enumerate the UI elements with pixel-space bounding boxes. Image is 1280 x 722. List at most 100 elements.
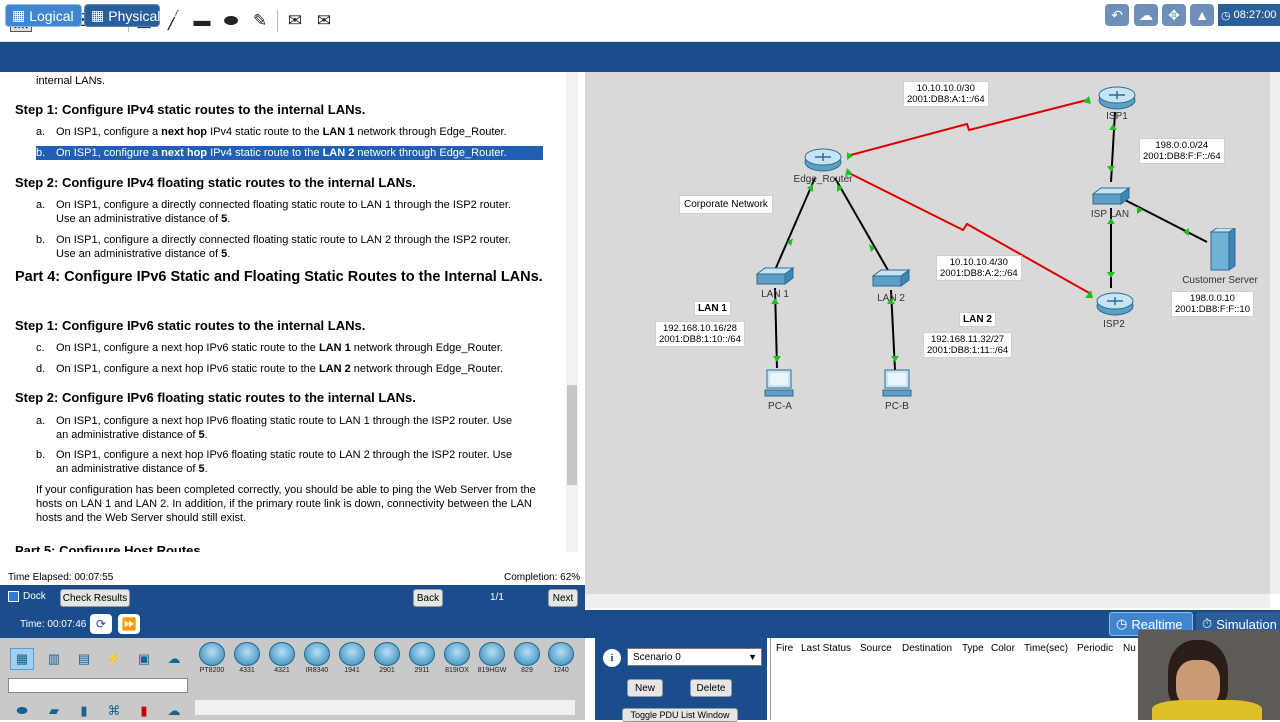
power-cycle-icon[interactable]: ⟳ — [90, 614, 112, 634]
col-destination[interactable]: Destination — [902, 643, 952, 654]
fast-forward-icon[interactable]: ⏩ — [118, 614, 140, 634]
device-model-819iox[interactable]: 819IOX — [441, 642, 473, 674]
server-address-note[interactable]: 198.0.0.10 2001:DB8:F:F::10 — [1171, 291, 1254, 317]
col-periodic[interactable]: Periodic — [1077, 643, 1113, 654]
pc-a-icon[interactable] — [763, 368, 795, 398]
dock-check-icon — [8, 591, 19, 602]
col-fire[interactable]: Fire — [776, 643, 793, 654]
ellipse-icon[interactable]: ⬬ — [220, 10, 242, 32]
col-type[interactable]: Type — [962, 643, 984, 654]
lan2-switch-icon[interactable] — [871, 268, 911, 290]
device-model-1941[interactable]: 1941 — [336, 642, 368, 674]
end-devices-icon[interactable]: ▥ — [42, 648, 66, 670]
back-level-icon[interactable]: ↶ — [1105, 4, 1129, 26]
edge-router-icon[interactable] — [803, 146, 843, 174]
router-icon — [409, 642, 435, 666]
delete-scenario-button[interactable]: Delete — [690, 679, 732, 697]
node-label-customer-server: Customer Server — [1182, 275, 1258, 286]
device-model-1240[interactable]: 1240 — [546, 642, 576, 674]
device-model-829[interactable]: 829 — [511, 642, 543, 674]
security-icon[interactable]: ▮ — [132, 700, 156, 722]
routers-icon[interactable]: ⬬ — [10, 700, 34, 722]
node-label-pc-b: PC-B — [885, 401, 909, 412]
col-source[interactable]: Source — [860, 643, 892, 654]
router-icon — [304, 642, 330, 666]
p4-step2-heading: Step 2: Configure IPv6 floating static r… — [15, 390, 416, 405]
corporate-network-note[interactable]: Corporate Network — [679, 195, 773, 214]
instructions-pane: internal LANs. Step 1: Configure IPv4 st… — [7, 72, 579, 552]
node-label-isp2: ISP2 — [1103, 319, 1125, 330]
pc-b-icon[interactable] — [881, 368, 913, 398]
lan1-network-note[interactable]: 192.168.10.16/28 2001:DB8:1:10::/64 — [655, 321, 745, 347]
wan-emulation-icon[interactable]: ☁ — [162, 700, 186, 722]
network-devices-icon[interactable]: ▦ — [10, 648, 34, 670]
scenario-select[interactable]: Scenario 0 ▼ — [627, 648, 762, 666]
info-icon[interactable]: i — [603, 649, 621, 667]
back-button[interactable]: Back — [413, 589, 443, 607]
move-object-icon[interactable]: ✥ — [1162, 4, 1186, 26]
lan1-switch-icon[interactable] — [755, 266, 795, 288]
router-icon — [514, 642, 540, 666]
customer-server-icon[interactable] — [1205, 228, 1237, 272]
lan2-title-note[interactable]: LAN 2 — [959, 312, 996, 327]
instruction-item-selected[interactable]: b. On ISP1, configure a next hop IPv4 st… — [36, 146, 543, 160]
instructions-scroll-thumb[interactable] — [567, 385, 577, 485]
device-model-819hgw[interactable]: 819HGW — [476, 642, 508, 674]
topology-vertical-scrollbar[interactable] — [1270, 72, 1280, 594]
time-bar — [0, 610, 1280, 638]
person-shirt — [1152, 700, 1262, 720]
col-time[interactable]: Time(sec) — [1024, 643, 1068, 654]
add-complex-pdu-icon[interactable]: ✉ — [313, 10, 335, 32]
cluster-icon[interactable]: ☁ — [1134, 4, 1158, 26]
isp2-link-note[interactable]: 10.10.10.4/30 2001:DB8:A:2::/64 — [936, 255, 1022, 281]
lan1-title-note[interactable]: LAN 1 — [694, 301, 731, 316]
col-num[interactable]: Nu — [1123, 643, 1136, 654]
isp2-router-icon[interactable] — [1095, 290, 1135, 318]
col-color[interactable]: Color — [991, 643, 1015, 654]
isp1-link-note[interactable]: 10.10.10.0/30 2001:DB8:A:1::/64 — [903, 81, 989, 107]
time-elapsed: Time Elapsed: 00:07:55 — [8, 572, 114, 583]
step1-heading: Step 1: Configure IPv4 static routes to … — [15, 102, 366, 117]
main-toolbar: ⬚ ⌕ ⌫ ⛶ ▤ ╱ ▬ ⬬ ✎ ✉ ✉ — [0, 0, 1280, 42]
router-icon — [339, 642, 365, 666]
hubs-icon[interactable]: ▮ — [72, 700, 96, 722]
components-icon[interactable]: ▤ — [72, 648, 96, 670]
router-icon — [374, 642, 400, 666]
instruction-item: b. On ISP1, configure a next hop IPv6 fl… — [36, 449, 513, 475]
router-icon — [199, 642, 225, 666]
new-scenario-button[interactable]: New — [627, 679, 663, 697]
router-icon — [234, 642, 260, 666]
wireless-icon[interactable]: ⌘ — [102, 700, 126, 722]
isp-lan-network-note[interactable]: 198.0.0.0/24 2001:DB8:F:F::/64 — [1139, 138, 1225, 164]
router-icon — [444, 642, 470, 666]
tab-logical[interactable]: ▦ Logical — [5, 4, 82, 27]
palette-scrollbar[interactable] — [195, 700, 575, 715]
device-model-2901[interactable]: 2901 — [371, 642, 403, 674]
next-button[interactable]: Next — [548, 589, 578, 607]
tab-physical[interactable]: ▦ Physical — [84, 4, 160, 27]
device-search-input[interactable] — [8, 678, 188, 693]
step2-heading: Step 2: Configure IPv4 floating static r… — [15, 175, 416, 190]
device-model-ir8340[interactable]: IR8340 — [301, 642, 333, 674]
miscellaneous-icon[interactable]: ▣ — [132, 648, 156, 670]
topology-workspace[interactable]: Edge_Router ISP1 ISP2 ISP LAN Customer S… — [585, 72, 1270, 594]
isp-lan-switch-icon[interactable] — [1091, 186, 1131, 208]
add-simple-pdu-icon[interactable]: ✉ — [284, 10, 306, 32]
freeform-icon[interactable]: ✎ — [249, 10, 271, 32]
isp1-router-icon[interactable] — [1097, 84, 1137, 112]
clock-icon: ◷ — [1221, 9, 1231, 22]
col-last-status[interactable]: Last Status — [801, 643, 851, 654]
dock-checkbox[interactable]: Dock — [8, 591, 46, 602]
switches-icon[interactable]: ▰ — [42, 700, 66, 722]
lan2-network-note[interactable]: 192.168.11.32/27 2001:DB8:1:11::/64 — [923, 332, 1013, 358]
check-results-button[interactable]: Check Results — [60, 589, 130, 607]
device-model-4321[interactable]: 4321 — [266, 642, 298, 674]
device-model-4331[interactable]: 4331 — [231, 642, 263, 674]
device-model-pt8200[interactable]: PT8200 — [196, 642, 228, 674]
multiuser-icon[interactable]: ☁ — [162, 648, 186, 670]
webcam-overlay — [1138, 630, 1280, 720]
device-model-2911[interactable]: 2911 — [406, 642, 438, 674]
topology-horizontal-scrollbar[interactable] — [585, 594, 1270, 608]
connections-icon[interactable]: ⚡ — [102, 648, 126, 670]
set-background-icon[interactable]: ▲ — [1190, 4, 1214, 26]
